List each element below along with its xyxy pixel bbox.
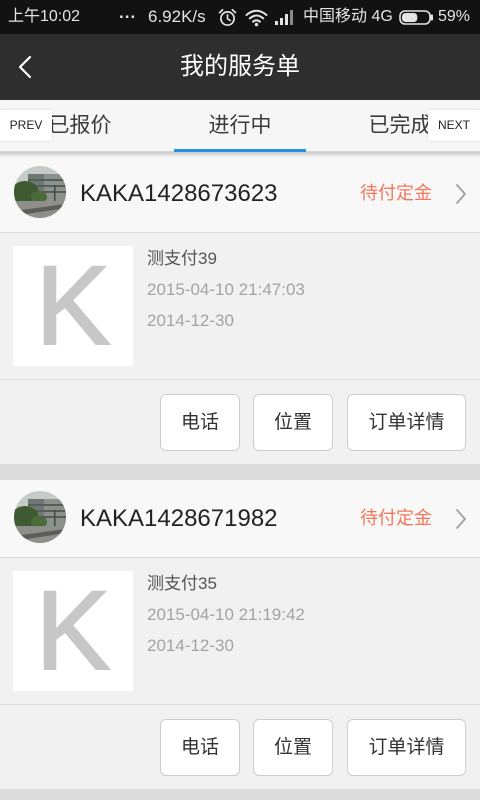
order-list: KAKA1428673623 待付定金 K 测支付39 2015-04-10 2… [0, 155, 480, 800]
chevron-right-icon [454, 508, 468, 530]
service-thumbnail: K [13, 246, 133, 366]
service-date: 2014-12-30 [147, 311, 234, 330]
order-number: KAKA1428671982 [80, 505, 278, 532]
page-title: 我的服务单 [180, 53, 300, 80]
tab-bar-shadow [0, 152, 480, 158]
order-card-body: K 测支付35 2015-04-10 21:19:42 2014-12-30 [0, 558, 480, 705]
service-thumbnail: K [13, 571, 133, 691]
tab-bar: 已报价 进行中 已完成 [0, 100, 480, 152]
order-card-actions: 电话 位置 订单详情 [0, 705, 480, 789]
order-card-header[interactable]: KAKA1428673623 待付定金 [0, 155, 480, 233]
service-name: 测支付35 [147, 574, 217, 593]
next-button[interactable]: NEXT [428, 110, 480, 141]
chevron-right-icon [454, 183, 468, 205]
order-detail-button[interactable]: 订单详情 [347, 394, 466, 451]
order-card-actions: 电话 位置 订单详情 [0, 380, 480, 464]
network-speed: 6.92K/s [148, 7, 206, 26]
location-button[interactable]: 位置 [253, 394, 333, 451]
order-number: KAKA1428673623 [80, 180, 278, 207]
card-separator [0, 464, 480, 480]
phone-button[interactable]: 电话 [160, 394, 240, 451]
alarm-icon [218, 8, 237, 27]
avatar [14, 491, 66, 543]
order-card: KAKA1428671982 待付定金 K 测支付35 2015-04-10 2… [0, 480, 480, 800]
order-status: 待付定金 [360, 183, 432, 203]
order-card: KAKA1428673623 待付定金 K 测支付39 2015-04-10 2… [0, 155, 480, 480]
order-detail-button[interactable]: 订单详情 [347, 719, 466, 776]
status-bar: 上午10:02 ... 6.92K/s 中国移动 4G 59% [0, 0, 480, 34]
service-date: 2014-12-30 [147, 636, 234, 655]
battery-icon [399, 10, 434, 25]
card-separator [0, 789, 480, 800]
prev-button[interactable]: PREV [0, 110, 52, 141]
battery-percent: 59% [438, 8, 471, 25]
thumbnail-letter: K [35, 246, 112, 366]
created-time: 2015-04-10 21:47:03 [147, 280, 305, 299]
signal-icon [274, 9, 294, 26]
avatar [14, 166, 66, 218]
tab-label: 已报价 [48, 114, 112, 137]
tab-label: 已完成 [368, 114, 432, 137]
service-name: 测支付39 [147, 249, 217, 268]
order-card-body: K 测支付39 2015-04-10 21:47:03 2014-12-30 [0, 233, 480, 380]
created-time: 2015-04-10 21:19:42 [147, 605, 305, 624]
order-status: 待付定金 [360, 508, 432, 528]
thumbnail-letter: K [35, 571, 112, 691]
back-icon [18, 55, 32, 79]
notification-dots: ... [119, 3, 137, 22]
carrier-label: 中国移动 4G [303, 8, 393, 25]
tab-label: 进行中 [208, 114, 272, 137]
phone-button[interactable]: 电话 [160, 719, 240, 776]
status-time: 上午10:02 [8, 8, 81, 25]
tab-in-progress[interactable]: 进行中 [160, 100, 320, 152]
battery-fill [402, 13, 418, 22]
wifi-icon [245, 8, 268, 27]
title-bar: 我的服务单 [0, 34, 480, 100]
back-button[interactable] [8, 48, 44, 86]
location-button[interactable]: 位置 [253, 719, 333, 776]
order-card-header[interactable]: KAKA1428671982 待付定金 [0, 480, 480, 558]
